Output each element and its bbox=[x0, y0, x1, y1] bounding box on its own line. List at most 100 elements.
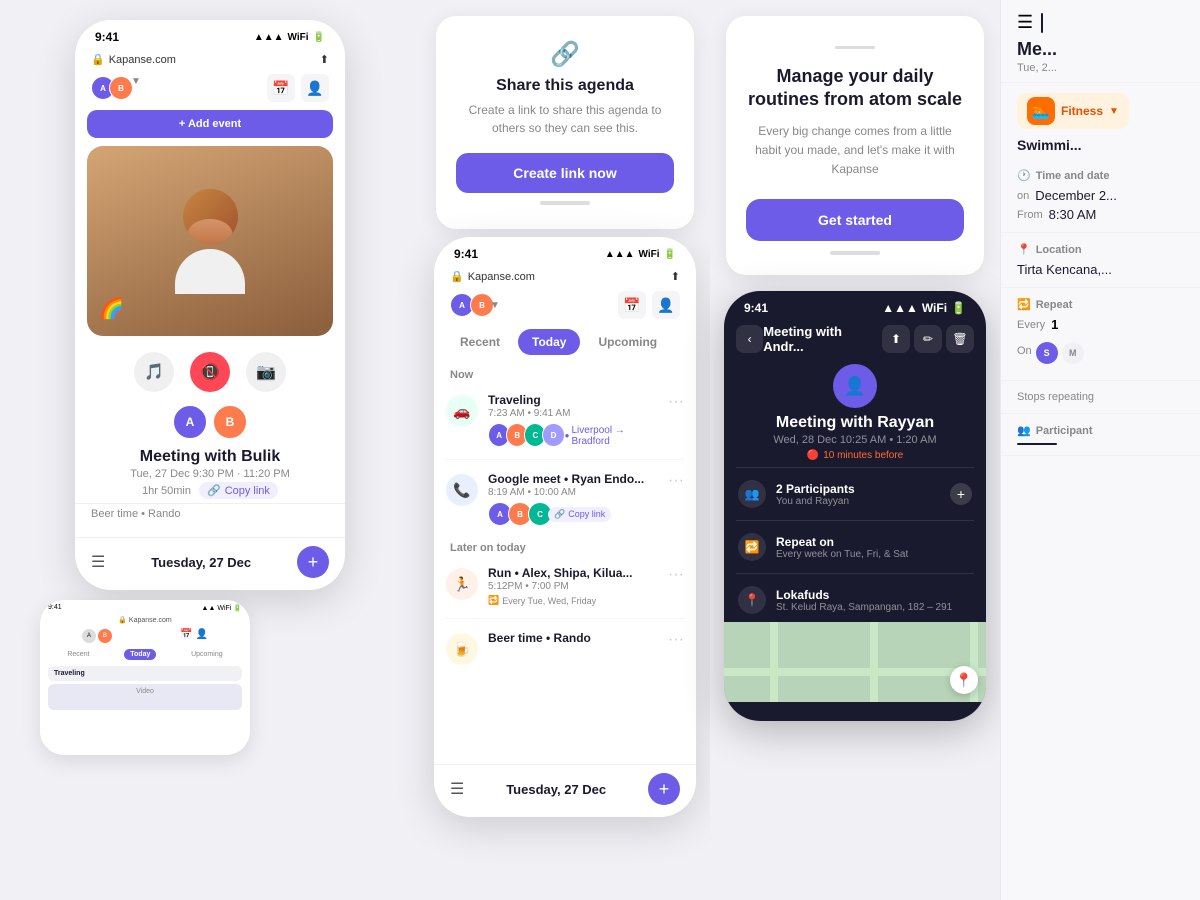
meet-icon: 📞 bbox=[446, 474, 478, 506]
dark-meeting-title: Meeting with Rayyan bbox=[724, 410, 986, 434]
tiny-upcoming-tab[interactable]: Upcoming bbox=[187, 649, 227, 660]
on-days-row: On S M bbox=[1017, 338, 1184, 364]
run-content: Run • Alex, Shipa, Kilua... 5:12PM • 7:0… bbox=[488, 566, 658, 606]
tab-today[interactable]: Today bbox=[518, 329, 580, 355]
event-traveling: 🚗 Traveling 7:23 AM • 9:41 AM A B C D ● … bbox=[434, 385, 696, 455]
landing-title: Manage your daily routines from atom sca… bbox=[746, 65, 964, 112]
dark-share-btn[interactable]: ⬆ bbox=[882, 325, 910, 353]
add-event-label: + Add event bbox=[179, 118, 241, 130]
clock-icon: 🕐 bbox=[1017, 169, 1031, 182]
cal-bottom-bar: ☰ Tuesday, 27 Dec + bbox=[434, 764, 696, 817]
cal-share-icon: ⬆ bbox=[671, 270, 680, 283]
map-overlay bbox=[724, 622, 986, 702]
status-time: 9:41 bbox=[95, 30, 119, 44]
meeting-end: 11:20 PM bbox=[244, 468, 290, 480]
url-text: Kapanse.com bbox=[109, 54, 176, 66]
calendar-btn[interactable]: 📅 bbox=[267, 74, 295, 102]
profile-btn[interactable]: 👤 bbox=[301, 74, 329, 102]
dark-status-bar: 9:41 ▲▲▲ WiFi 🔋 bbox=[724, 291, 986, 320]
from-label: From bbox=[1017, 209, 1043, 221]
phone-nav: A B ▼ 📅 👤 bbox=[75, 70, 345, 106]
dark-back-btn[interactable]: ‹ bbox=[736, 325, 763, 353]
cal-calendar-btn[interactable]: 📅 bbox=[618, 291, 646, 319]
avatar-2: B bbox=[109, 76, 133, 100]
cal-dropdown-icon[interactable]: ▼ bbox=[490, 300, 500, 311]
meet-title: Google meet • Ryan Endo... bbox=[488, 472, 658, 486]
repeat-section: 🔁 Repeat Every 1 On S M bbox=[1001, 288, 1200, 381]
hair bbox=[188, 219, 233, 244]
beer-more[interactable]: ··· bbox=[668, 631, 684, 649]
from-value: 8:30 AM bbox=[1049, 207, 1097, 222]
copy-link-text: Copy link bbox=[225, 485, 270, 497]
create-link-button[interactable]: Create link now bbox=[456, 153, 674, 193]
fitness-label: Fitness bbox=[1061, 104, 1103, 118]
mute-btn[interactable]: 🎵 bbox=[134, 352, 174, 392]
meet-more[interactable]: ··· bbox=[668, 472, 684, 490]
participant-title: 👥 Participant bbox=[1017, 424, 1184, 437]
right-hamburger-icon[interactable]: ☰ bbox=[1017, 12, 1033, 33]
get-started-button[interactable]: Get started bbox=[746, 199, 964, 241]
call-controls: 🎵 📵 📷 bbox=[75, 344, 345, 400]
tiny-avatar2: B bbox=[98, 629, 112, 643]
dark-add-participant-btn[interactable]: + bbox=[950, 483, 972, 505]
share-agenda-icon: 🔗 bbox=[456, 40, 674, 69]
fitness-section: 🏊 Fitness ▼ Swimmi... bbox=[1001, 83, 1200, 159]
add-event-bar[interactable]: + Add event bbox=[87, 110, 333, 138]
tab-upcoming[interactable]: Upcoming bbox=[584, 329, 671, 355]
run-repeat: 🔁 Every Tue, Wed, Friday bbox=[488, 595, 658, 606]
dark-meeting-meta: Wed, 28 Dec 10:25 AM • 1:20 AM bbox=[724, 434, 986, 450]
travel-icon: 🚗 bbox=[446, 395, 478, 427]
copy-link-btn[interactable]: 🔗 Copy link bbox=[199, 482, 278, 499]
dark-nav: ‹ Meeting with Andr... ⬆ ✏ 🗑 bbox=[724, 320, 986, 358]
meet-copy-link[interactable]: 🔗 Copy link bbox=[548, 507, 611, 522]
cal-wifi: WiFi bbox=[639, 249, 660, 260]
tab-recent[interactable]: Recent bbox=[446, 329, 514, 355]
run-icon: 🏃 bbox=[446, 568, 478, 600]
meet-copy-text: Copy link bbox=[568, 509, 605, 519]
wave-icon: 🌈 bbox=[99, 296, 124, 321]
fitness-dropdown[interactable]: ▼ bbox=[1109, 106, 1119, 117]
status-icons: ▲▲▲ WiFi 🔋 bbox=[254, 32, 325, 43]
beer-icon: 🍺 bbox=[446, 633, 478, 665]
beer-title: Beer time • Rando bbox=[488, 631, 658, 645]
run-more[interactable]: ··· bbox=[668, 566, 684, 584]
repeat-title: 🔁 Repeat bbox=[1017, 298, 1184, 311]
travel-more[interactable]: ··· bbox=[668, 393, 684, 411]
menu-btn[interactable]: ☰ bbox=[91, 552, 105, 572]
meet-content: Google meet • Ryan Endo... 8:19 AM • 10:… bbox=[488, 472, 658, 526]
time-date-title: 🕐 Time and date bbox=[1017, 169, 1184, 182]
later-label: Later on today bbox=[434, 534, 696, 558]
alert-text: 10 minutes before bbox=[823, 450, 903, 461]
beer-content: Beer time • Rando bbox=[488, 631, 658, 645]
tiny-today-tab[interactable]: Today bbox=[124, 649, 156, 660]
end-call-btn[interactable]: 📵 bbox=[190, 352, 230, 392]
meeting-duration: 1hr 50min 🔗 Copy link bbox=[91, 482, 329, 499]
on-label: on bbox=[1017, 190, 1029, 202]
camera-btn[interactable]: 📷 bbox=[246, 352, 286, 392]
tiny-recent-tab[interactable]: Recent bbox=[63, 649, 93, 660]
tiny-status: 9:41 ▲▲ WiFi 🔋 bbox=[40, 600, 250, 614]
participant-underline bbox=[1017, 443, 1057, 445]
now-label: Now bbox=[434, 361, 696, 385]
phone-small: 9:41 ▲▲ WiFi 🔋 🔒 Kapanse.com A B 📅 👤 Rec… bbox=[40, 600, 250, 755]
phone-bottom-bar: ☰ Tuesday, 27 Dec + bbox=[75, 537, 345, 590]
day-m[interactable]: M bbox=[1062, 342, 1084, 364]
dark-location-address: St. Kelud Raya, Sampangan, 182 – 291 bbox=[776, 602, 972, 613]
dark-delete-btn[interactable]: 🗑 bbox=[946, 325, 974, 353]
phone-video-call: 9:41 ▲▲▲ WiFi 🔋 🔒 Kapanse.com ⬆ A B ▼ bbox=[75, 20, 345, 590]
dark-location-row: 📍 Lokafuds St. Kelud Raya, Sampangan, 18… bbox=[724, 578, 986, 622]
dropdown-icon[interactable]: ▼ bbox=[131, 76, 141, 100]
right-meta: Tue, 2... bbox=[1017, 62, 1184, 74]
dark-location-content: Lokafuds St. Kelud Raya, Sampangan, 182 … bbox=[776, 588, 972, 613]
dark-meeting-date: Wed, 28 Dec bbox=[773, 434, 836, 446]
location-pin-icon: 📍 bbox=[1017, 243, 1031, 256]
add-btn[interactable]: + bbox=[297, 546, 329, 578]
cal-add-btn[interactable]: + bbox=[648, 773, 680, 805]
share-desc: Create a link to share this agenda to ot… bbox=[456, 101, 674, 137]
cal-status-icons: ▲▲▲ WiFi 🔋 bbox=[605, 249, 676, 260]
dark-edit-btn[interactable]: ✏ bbox=[914, 325, 942, 353]
cal-menu-btn[interactable]: ☰ bbox=[450, 779, 464, 799]
day-s[interactable]: S bbox=[1036, 342, 1058, 364]
cal-profile-btn[interactable]: 👤 bbox=[652, 291, 680, 319]
tp-4: D bbox=[542, 423, 564, 447]
